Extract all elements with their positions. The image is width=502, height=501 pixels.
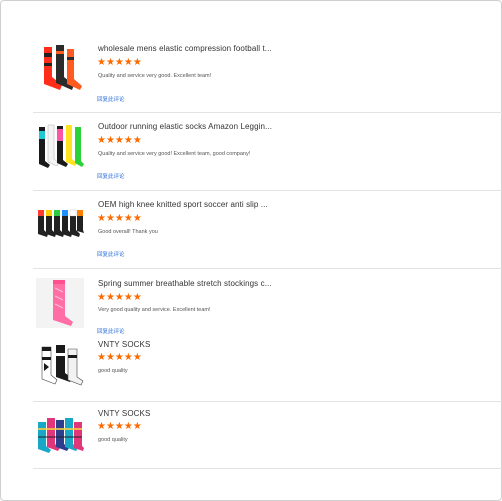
review-comment: good quality	[98, 437, 128, 443]
reply-link[interactable]: 回复此评论	[97, 172, 125, 180]
product-thumbnail[interactable]	[36, 123, 84, 173]
review-item: VNTY SOCKS ★★★★★ good quality	[33, 337, 502, 402]
review-list: wholesale mens elastic compression footb…	[33, 31, 502, 469]
review-item: Outdoor running elastic socks Amazon Leg…	[33, 113, 502, 191]
review-comment: Good overall! Thank you	[98, 229, 158, 235]
star-rating: ★★★★★	[97, 352, 142, 363]
review-comment: Very good quality and service. Excellent…	[98, 307, 211, 313]
review-item: OEM high knee knitted sport soccer anti …	[33, 191, 502, 269]
reply-link[interactable]: 回复此评论	[97, 250, 125, 258]
product-title-link[interactable]: Outdoor running elastic socks Amazon Leg…	[98, 122, 272, 131]
review-comment: good quality	[98, 368, 128, 374]
product-title-link[interactable]: Spring summer breathable stretch stockin…	[98, 279, 272, 288]
product-thumbnail[interactable]	[36, 341, 84, 391]
review-item: wholesale mens elastic compression footb…	[33, 31, 502, 113]
product-title-link[interactable]: OEM high knee knitted sport soccer anti …	[98, 200, 268, 209]
product-title-link[interactable]: VNTY SOCKS	[98, 340, 150, 349]
star-rating: ★★★★★	[97, 213, 142, 224]
star-rating: ★★★★★	[97, 421, 142, 432]
star-rating: ★★★★★	[97, 292, 142, 303]
product-thumbnail[interactable]	[36, 200, 84, 250]
product-thumbnail[interactable]	[36, 278, 84, 328]
review-item: Spring summer breathable stretch stockin…	[33, 269, 502, 337]
product-thumbnail[interactable]	[36, 43, 84, 93]
review-item: VNTY SOCKS ★★★★★ good quality	[33, 402, 502, 469]
review-comment: Quality and service very good. Excellent…	[98, 73, 212, 79]
star-rating: ★★★★★	[97, 57, 142, 68]
product-title-link[interactable]: wholesale mens elastic compression footb…	[98, 44, 272, 53]
review-panel: wholesale mens elastic compression footb…	[0, 0, 502, 501]
reply-link[interactable]: 回复此评论	[97, 327, 125, 335]
review-comment: Quality and service very good! Excellent…	[98, 151, 251, 157]
reply-link[interactable]: 回复此评论	[97, 95, 125, 103]
star-rating: ★★★★★	[97, 135, 142, 146]
product-thumbnail[interactable]	[36, 410, 84, 460]
product-title-link[interactable]: VNTY SOCKS	[98, 409, 150, 418]
